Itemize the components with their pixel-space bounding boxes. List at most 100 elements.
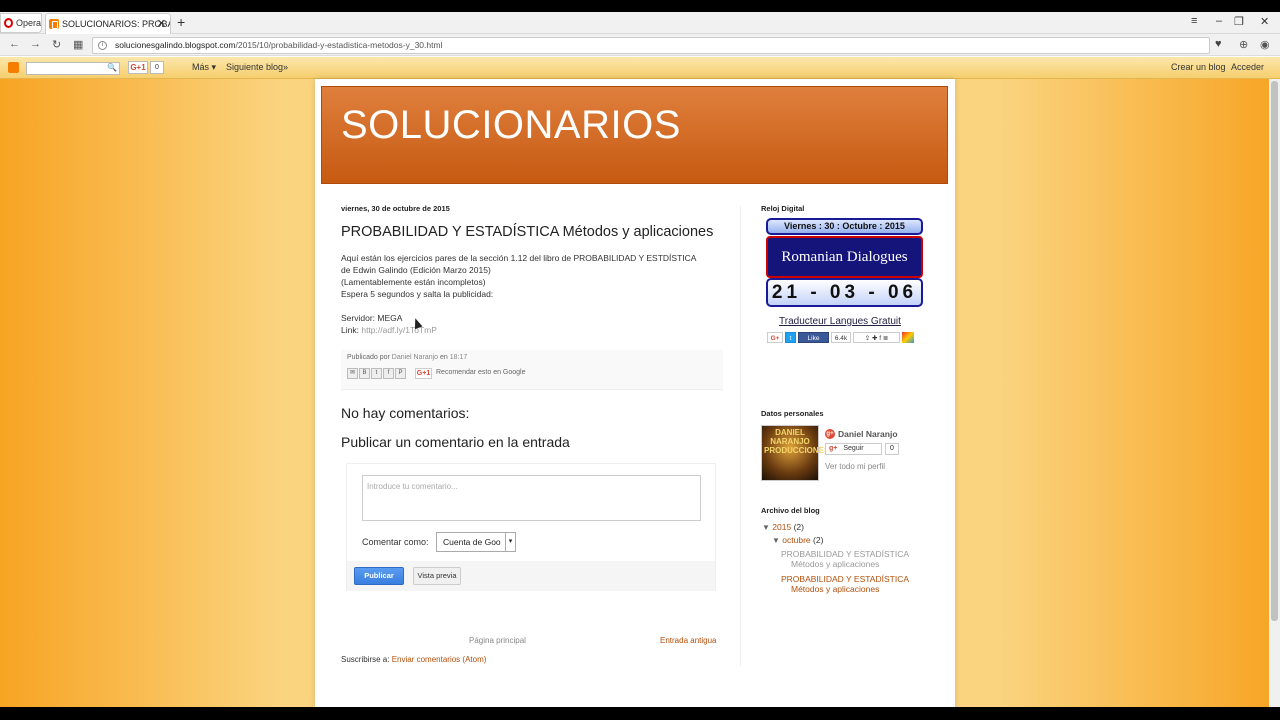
- browser-tab-active[interactable]: SOLUCIONARIOS: PROBAB ✕: [45, 13, 171, 34]
- pinterest-icon[interactable]: P: [395, 368, 406, 379]
- comment-as-value: Cuenta de Goo: [443, 537, 501, 547]
- gplus-follow-icon: g+: [829, 445, 838, 452]
- opera-label: Opera: [15, 18, 41, 28]
- post-link-row: Link: http://adf.ly/1ToTmP: [341, 324, 723, 336]
- archive-post-subtitle: Métodos y aplicaciones: [791, 584, 880, 594]
- new-tab-button[interactable]: +: [177, 14, 185, 30]
- flag-icon[interactable]: [902, 332, 914, 343]
- post-line: Espera 5 segundos y salta la publicidad:: [341, 289, 494, 299]
- triangle-down-icon[interactable]: ▼: [772, 536, 780, 545]
- page-viewport: 🔍 G+1 0 Más ▾ Siguiente blog» Crear un b…: [0, 57, 1280, 707]
- archive-year-label[interactable]: 2015: [772, 522, 791, 532]
- blog-page: SOLUCIONARIOS viernes, 30 de octubre de …: [315, 79, 955, 707]
- subscribe-atom-link[interactable]: Enviar comentarios (Atom): [392, 655, 487, 664]
- blogthis-icon[interactable]: B: [359, 368, 370, 379]
- reload-icon[interactable]: ↻: [52, 38, 61, 51]
- share-more-icon[interactable]: ⇪ ✚ f ≣: [853, 332, 900, 343]
- blog-search-input[interactable]: 🔍: [26, 62, 120, 75]
- download-icon[interactable]: ⊕: [1239, 38, 1248, 51]
- published-by-label: Publicado por: [347, 354, 390, 361]
- digital-clock-widget[interactable]: Viernes : 30 : Octubre : 2015 Romanian D…: [766, 218, 923, 308]
- preview-button[interactable]: Vista previa: [413, 567, 461, 585]
- archive-post-link-2[interactable]: PROBABILIDAD Y ESTADÍSTICA Métodos y apl…: [781, 574, 909, 594]
- main-column: viernes, 30 de octubre de 2015 PROBABILI…: [341, 204, 723, 664]
- publish-button[interactable]: Publicar: [354, 567, 404, 585]
- archive-month[interactable]: ▼ octubre (2): [772, 535, 823, 545]
- view-profile-link[interactable]: Ver todo mi perfil: [825, 462, 885, 471]
- recommend-label: Recomendar esto en Google: [436, 369, 526, 376]
- post-title[interactable]: PROBABILIDAD Y ESTADÍSTICA Métodos y apl…: [341, 224, 713, 240]
- like-count: 6.4k: [831, 332, 851, 343]
- gplus-button[interactable]: G+1: [128, 61, 148, 74]
- profile-name[interactable]: Daniel Naranjo: [838, 429, 898, 439]
- scrollbar-thumb[interactable]: [1271, 81, 1278, 621]
- email-icon[interactable]: ✉: [347, 368, 358, 379]
- login-link[interactable]: Acceder: [1231, 62, 1264, 72]
- tab-close-icon[interactable]: ✕: [157, 17, 166, 30]
- archive-post-title: PROBABILIDAD Y ESTADÍSTICA: [781, 574, 910, 584]
- next-blog-link[interactable]: Siguiente blog»: [226, 62, 288, 72]
- older-post-anchor[interactable]: Entrada antigua: [660, 636, 717, 645]
- profile-avatar[interactable]: DANIEL NARANJO PRODUCCIONES: [761, 425, 829, 481]
- translator-link[interactable]: Traducteur Langues Gratuit: [779, 316, 901, 327]
- blog-header: SOLUCIONARIOS: [321, 86, 948, 184]
- minimize-icon[interactable]: –: [1216, 15, 1222, 27]
- comment-textarea[interactable]: Introduce tu comentario...: [362, 475, 701, 521]
- post-time-link[interactable]: 18:17: [450, 354, 468, 361]
- archive-month-label[interactable]: octubre: [782, 535, 810, 545]
- blogger-favicon-icon: [49, 19, 59, 29]
- facebook-icon[interactable]: f: [383, 368, 394, 379]
- clock-banner[interactable]: Romanian Dialogues: [766, 236, 923, 278]
- tab-menu-icon[interactable]: ≡: [1191, 15, 1197, 27]
- blogger-navbar: 🔍 G+1 0 Más ▾ Siguiente blog» Crear un b…: [0, 57, 1280, 79]
- author-link[interactable]: Daniel Naranjo: [392, 354, 438, 361]
- url-path: /2015/10/probabilidad-y-estadistica-meto…: [235, 40, 443, 50]
- restore-icon[interactable]: ❐: [1234, 15, 1244, 28]
- post-body: Aquí están los ejercicios pares de la se…: [341, 252, 723, 336]
- twitter-share-icon[interactable]: t: [785, 332, 796, 343]
- archive-post-subtitle: Métodos y aplicaciones: [791, 559, 880, 569]
- facebook-like-button[interactable]: Like: [798, 332, 829, 343]
- link-label: Link:: [341, 325, 359, 335]
- gplus-share-icon[interactable]: G+: [767, 332, 783, 343]
- follow-label: Seguir: [843, 445, 864, 452]
- archive-month-count: (2): [813, 535, 824, 545]
- post-date: viernes, 30 de octubre de 2015: [341, 204, 450, 213]
- create-blog-link[interactable]: Crear un blog: [1171, 62, 1226, 72]
- back-icon[interactable]: ←: [9, 38, 20, 50]
- close-window-icon[interactable]: ✕: [1260, 15, 1269, 28]
- account-icon[interactable]: ◉: [1260, 38, 1270, 51]
- column-divider: [740, 206, 741, 666]
- clock-heading: Reloj Digital: [761, 204, 805, 213]
- post-footer: Publicado por Daniel Naranjo en 18:17 ✉ …: [341, 350, 723, 390]
- subscribe-row: Suscribirse a: Enviar comentarios (Atom): [341, 655, 486, 664]
- follow-button[interactable]: g+ Seguir: [825, 443, 882, 455]
- blogger-logo-icon[interactable]: [8, 62, 19, 73]
- forward-icon[interactable]: →: [30, 38, 41, 50]
- twitter-icon[interactable]: t: [371, 368, 382, 379]
- archive-year[interactable]: ▼ 2015 (2): [762, 522, 804, 532]
- home-link[interactable]: Página principal: [469, 636, 526, 645]
- profile-name-row[interactable]: g+ Daniel Naranjo: [825, 429, 898, 439]
- speed-dial-icon[interactable]: ▦: [73, 38, 83, 51]
- vertical-scrollbar[interactable]: [1269, 79, 1280, 707]
- follow-count: 0: [885, 443, 899, 455]
- tab-bar: Opera SOLUCIONARIOS: PROBAB ✕ + ≡ – ❐ ✕: [0, 12, 1280, 34]
- archive-post-link-1[interactable]: PROBABILIDAD Y ESTADÍSTICA Métodos y apl…: [781, 549, 909, 569]
- download-link[interactable]: http://adf.ly/1ToTmP: [361, 325, 437, 335]
- comment-as-select[interactable]: Cuenta de Goo ▾: [436, 532, 516, 552]
- heart-icon[interactable]: ♥: [1215, 38, 1222, 50]
- chevron-down-icon[interactable]: ▾: [505, 533, 515, 551]
- more-menu[interactable]: Más ▾: [192, 62, 216, 73]
- triangle-down-icon[interactable]: ▼: [762, 523, 770, 532]
- opera-menu-button[interactable]: Opera: [0, 13, 42, 33]
- site-info-icon[interactable]: i: [98, 41, 107, 50]
- comment-form: Introduce tu comentario... Comentar como…: [346, 463, 716, 591]
- post-gplus-button[interactable]: G+1: [415, 368, 432, 379]
- post-line: Aquí están los ejercicios pares de la se…: [341, 253, 697, 263]
- blog-title[interactable]: SOLUCIONARIOS: [341, 103, 681, 148]
- search-icon[interactable]: 🔍: [107, 63, 117, 72]
- opera-logo-icon: [4, 18, 13, 28]
- url-field[interactable]: i solucionesgalindo.blogspot.com/2015/10…: [92, 37, 1210, 54]
- older-post-link[interactable]: Entrada antigua: [660, 636, 717, 645]
